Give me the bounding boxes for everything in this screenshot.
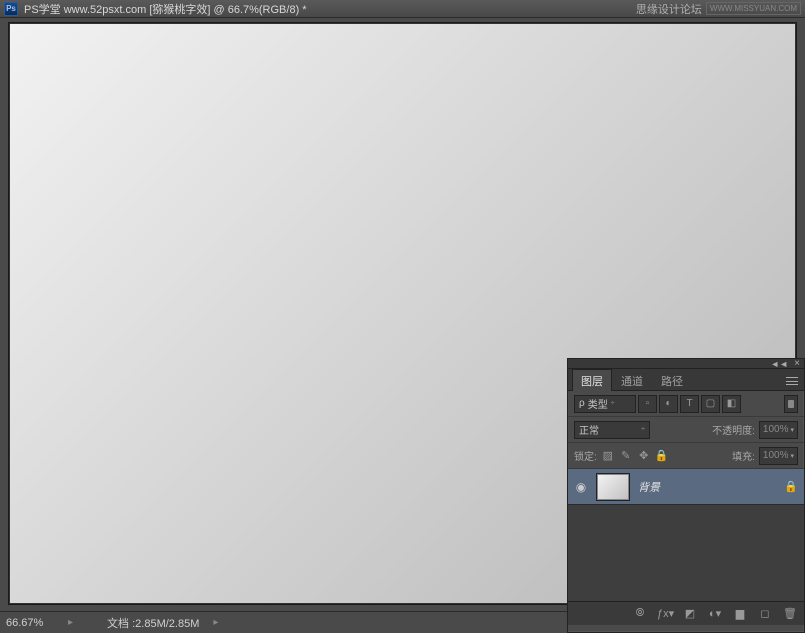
forum-text: 思缘设计论坛 xyxy=(636,1,702,17)
link-layers-icon[interactable]: ⦾ xyxy=(632,607,648,620)
doc-size-label: 文档 :2.85M/2.85M xyxy=(107,615,199,631)
delete-layer-icon[interactable]: 🗑 xyxy=(782,607,798,620)
title-bar: Ps PS学堂 www.52psxt.com [猕猴桃字效] @ 66.7%(R… xyxy=(0,0,805,18)
filter-text-icon[interactable]: T xyxy=(680,395,699,413)
layers-panel: ◄◄ × 图层 通道 路径 ρ 类型 ÷ ▫ ◐ T ▢ ◧ 正常 ÷ 不透明度… xyxy=(567,358,805,633)
panel-tabs: 图层 通道 路径 xyxy=(568,369,804,391)
blend-mode-value: 正常 xyxy=(579,422,599,437)
watermark: WWW.MISSYUAN.COM xyxy=(706,2,801,15)
lock-all-icon[interactable]: 🔒 xyxy=(655,449,669,462)
lock-icon: 🔒 xyxy=(784,480,798,493)
filter-adjust-icon[interactable]: ◐ xyxy=(659,395,678,413)
tab-channels[interactable]: 通道 xyxy=(612,369,652,391)
tab-paths[interactable]: 路径 xyxy=(652,369,692,391)
chevron-down-icon: ▾ xyxy=(790,426,794,434)
search-icon: ρ xyxy=(579,398,585,409)
lock-move-icon[interactable]: ✥ xyxy=(637,449,651,462)
doc-chevron-icon[interactable]: ▸ xyxy=(213,617,218,628)
title-right: 思缘设计论坛 WWW.MISSYUAN.COM xyxy=(636,1,801,17)
chevron-down-icon: ÷ xyxy=(641,426,645,433)
zoom-level[interactable]: 66.67% xyxy=(6,617,54,629)
add-mask-icon[interactable]: ◩ xyxy=(682,607,698,620)
layer-thumbnail[interactable] xyxy=(596,473,630,501)
filter-kind-select[interactable]: ρ 类型 ÷ xyxy=(574,395,636,413)
panel-footer: ⦾ ƒx▾ ◩ ◐▾ ▆ ◻ 🗑 xyxy=(568,601,804,625)
close-icon[interactable]: × xyxy=(794,358,800,369)
layer-fx-icon[interactable]: ƒx▾ xyxy=(657,607,673,620)
visibility-eye-icon[interactable]: ◉ xyxy=(574,480,588,494)
fill-label: 填充: xyxy=(732,448,755,463)
filter-pixel-icon[interactable]: ▫ xyxy=(638,395,657,413)
filter-kind-label: 类型 xyxy=(588,396,608,411)
lock-brush-icon[interactable]: ✎ xyxy=(619,449,633,462)
filter-row: ρ 类型 ÷ ▫ ◐ T ▢ ◧ xyxy=(568,391,804,417)
opacity-label: 不透明度: xyxy=(712,422,755,437)
filter-shape-icon[interactable]: ▢ xyxy=(701,395,720,413)
fill-value[interactable]: 100% ▾ xyxy=(759,447,798,465)
ps-app-icon: Ps xyxy=(4,2,18,16)
panel-grip[interactable]: ◄◄ × xyxy=(568,359,804,369)
new-group-icon[interactable]: ▆ xyxy=(732,607,748,620)
chevron-down-icon: ▾ xyxy=(790,452,794,460)
lock-transparent-icon[interactable]: ▨ xyxy=(601,449,615,462)
layer-row[interactable]: ◉ 背景 🔒 xyxy=(568,469,804,505)
collapse-icon[interactable]: ◄◄ xyxy=(770,359,788,369)
lock-label: 锁定: xyxy=(574,448,597,463)
panel-menu-icon[interactable] xyxy=(780,374,804,390)
zoom-chevron-icon[interactable]: ▸ xyxy=(68,617,73,628)
chevron-down-icon: ÷ xyxy=(611,400,615,407)
layer-list: ◉ 背景 🔒 xyxy=(568,469,804,601)
document-title: PS学堂 www.52psxt.com [猕猴桃字效] @ 66.7%(RGB/… xyxy=(24,1,636,17)
tab-layers[interactable]: 图层 xyxy=(572,369,612,391)
adjustment-layer-icon[interactable]: ◐▾ xyxy=(707,607,723,620)
filter-smart-icon[interactable]: ◧ xyxy=(722,395,741,413)
blend-row: 正常 ÷ 不透明度: 100% ▾ xyxy=(568,417,804,443)
blend-mode-select[interactable]: 正常 ÷ xyxy=(574,421,650,439)
filter-toggle[interactable] xyxy=(784,395,798,413)
new-layer-icon[interactable]: ◻ xyxy=(757,607,773,620)
layer-name[interactable]: 背景 xyxy=(638,479,776,495)
opacity-value[interactable]: 100% ▾ xyxy=(759,421,798,439)
lock-row: 锁定: ▨ ✎ ✥ 🔒 填充: 100% ▾ xyxy=(568,443,804,469)
